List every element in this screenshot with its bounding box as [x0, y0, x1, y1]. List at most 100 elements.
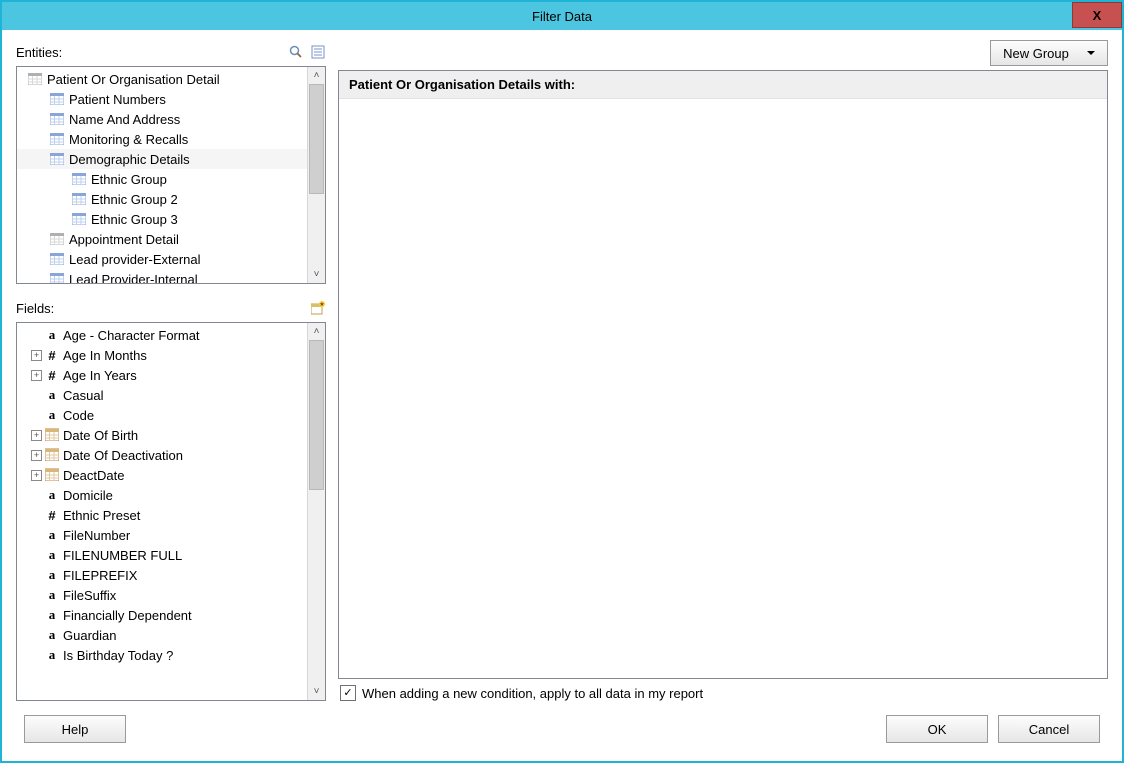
scroll-thumb[interactable] — [309, 340, 324, 490]
table-icon — [27, 72, 43, 86]
number-type-icon: # — [45, 368, 59, 383]
dialog-body: Entities: Patient Or Organisation Detail… — [2, 30, 1122, 761]
filter-body[interactable] — [339, 99, 1107, 678]
field-item[interactable]: +#Age In Years — [17, 365, 307, 385]
field-label: FILENUMBER FULL — [63, 548, 182, 563]
text-type-icon: a — [45, 587, 59, 603]
scroll-down-icon[interactable]: ˅ — [309, 683, 324, 700]
filter-canvas: Patient Or Organisation Details with: — [338, 70, 1108, 679]
expand-icon[interactable]: + — [31, 430, 42, 441]
field-label: Date Of Deactivation — [63, 448, 183, 463]
entity-item[interactable]: Name And Address — [17, 109, 307, 129]
help-button[interactable]: Help — [24, 715, 126, 743]
text-type-icon: a — [45, 607, 59, 623]
field-item[interactable]: a FILENUMBER FULL — [17, 545, 307, 565]
field-item[interactable]: aDomicile — [17, 485, 307, 505]
entity-item[interactable]: Patient Numbers — [17, 89, 307, 109]
text-type-icon: a — [45, 547, 59, 563]
text-type-icon: a — [45, 647, 59, 663]
new-group-button[interactable]: New Group — [990, 40, 1108, 66]
apply-all-label: When adding a new condition, apply to al… — [362, 686, 703, 701]
entity-label: Patient Numbers — [69, 92, 166, 107]
calendar-icon — [45, 448, 59, 462]
new-group-label: New Group — [1003, 46, 1069, 61]
scroll-thumb[interactable] — [309, 84, 324, 194]
ok-button[interactable]: OK — [886, 715, 988, 743]
expand-spacer — [31, 550, 42, 561]
entity-item[interactable]: Demographic Details — [17, 149, 307, 169]
table-icon — [71, 172, 87, 186]
entity-label: Lead provider-External — [69, 252, 201, 267]
expand-icon[interactable]: + — [31, 470, 42, 481]
text-type-icon: a — [45, 327, 59, 343]
field-label: Ethnic Preset — [63, 508, 140, 523]
entity-item[interactable]: Ethnic Group — [17, 169, 307, 189]
chevron-down-icon — [1087, 51, 1095, 55]
entity-label: Monitoring & Recalls — [69, 132, 188, 147]
field-item[interactable]: aCasual — [17, 385, 307, 405]
field-item[interactable]: aAge - Character Format — [17, 325, 307, 345]
entity-item[interactable]: Lead Provider-Internal — [17, 269, 307, 283]
expand-icon[interactable]: + — [31, 370, 42, 381]
field-label: Guardian — [63, 628, 116, 643]
expand-icon[interactable]: + — [31, 450, 42, 461]
entity-item[interactable]: Ethnic Group 2 — [17, 189, 307, 209]
entity-item[interactable]: Lead provider-External — [17, 249, 307, 269]
field-label: Casual — [63, 388, 103, 403]
scroll-up-icon[interactable]: ˄ — [309, 67, 324, 84]
entity-label: Ethnic Group — [91, 172, 167, 187]
text-type-icon: a — [45, 527, 59, 543]
entities-scrollbar[interactable]: ˄ ˅ — [307, 67, 325, 283]
field-item[interactable]: a FILEPREFIX — [17, 565, 307, 585]
entity-item[interactable]: Monitoring & Recalls — [17, 129, 307, 149]
entities-listbox[interactable]: Patient Or Organisation Detail Patient Nu… — [16, 66, 326, 284]
scroll-down-icon[interactable]: ˅ — [309, 266, 324, 283]
field-label: Financially Dependent — [63, 608, 192, 623]
table-icon — [49, 132, 65, 146]
expand-spacer — [31, 490, 42, 501]
field-label: DeactDate — [63, 468, 124, 483]
entity-item[interactable]: Patient Or Organisation Detail — [17, 69, 307, 89]
titlebar: Filter Data X — [2, 2, 1122, 30]
fields-scrollbar[interactable]: ˄ ˅ — [307, 323, 325, 700]
entity-label: Name And Address — [69, 112, 180, 127]
entity-item[interactable]: Appointment Detail — [17, 229, 307, 249]
field-item[interactable]: aIs Birthday Today ? — [17, 645, 307, 665]
close-button[interactable]: X — [1072, 2, 1122, 28]
field-item[interactable]: + Date Of Deactivation — [17, 445, 307, 465]
table-icon — [71, 192, 87, 206]
filter-data-dialog: Filter Data X Entities: — [0, 0, 1124, 763]
field-item[interactable]: a Financially Dependent — [17, 605, 307, 625]
expand-spacer — [31, 650, 42, 661]
apply-all-checkbox[interactable]: ✓ — [340, 685, 356, 701]
table-icon — [71, 212, 87, 226]
field-item[interactable]: +Date Of Birth — [17, 425, 307, 445]
calendar-icon — [45, 428, 59, 442]
right-panel: New Group Patient Or Organisation Detail… — [338, 40, 1108, 701]
field-item[interactable]: + DeactDate — [17, 465, 307, 485]
close-icon: X — [1093, 8, 1102, 23]
expand-icon[interactable]: + — [31, 350, 42, 361]
add-field-icon[interactable]: ★ — [310, 300, 326, 316]
field-item[interactable]: aFileSuffix — [17, 585, 307, 605]
field-label: Code — [63, 408, 94, 423]
field-label: FILEPREFIX — [63, 568, 137, 583]
expand-spacer — [31, 530, 42, 541]
field-item[interactable]: aCode — [17, 405, 307, 425]
field-item[interactable]: aGuardian — [17, 625, 307, 645]
field-item[interactable]: #Ethnic Preset — [17, 505, 307, 525]
fields-listbox[interactable]: aAge - Character Format+#Age In Months+#… — [16, 322, 326, 701]
scroll-up-icon[interactable]: ˄ — [309, 323, 324, 340]
text-type-icon: a — [45, 567, 59, 583]
field-item[interactable]: a FileNumber — [17, 525, 307, 545]
window-title: Filter Data — [532, 9, 592, 24]
expand-spacer — [31, 510, 42, 521]
table-icon — [49, 272, 65, 283]
cancel-button[interactable]: Cancel — [998, 715, 1100, 743]
entity-item[interactable]: Ethnic Group 3 — [17, 209, 307, 229]
options-icon[interactable] — [310, 44, 326, 60]
field-label: FileNumber — [63, 528, 130, 543]
field-item[interactable]: +#Age In Months — [17, 345, 307, 365]
search-icon[interactable] — [288, 44, 304, 60]
table-icon — [49, 92, 65, 106]
